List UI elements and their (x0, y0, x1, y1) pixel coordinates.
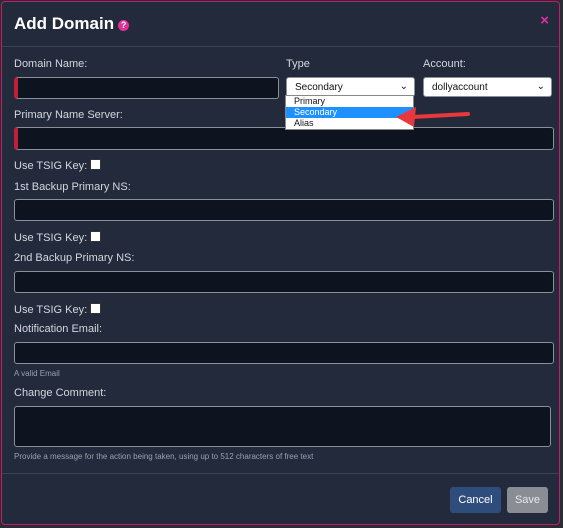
save-button[interactable]: Save (507, 487, 548, 513)
backup2-label: 2nd Backup Primary NS: (14, 252, 135, 264)
primary-ns-input[interactable] (14, 127, 554, 150)
type-label: Type (286, 58, 310, 70)
close-icon[interactable]: × (540, 12, 549, 29)
email-label: Notification Email: (14, 323, 103, 335)
type-select[interactable]: Secondary ⌄ (286, 77, 415, 97)
tsig3-label: Use TSIG Key: (14, 304, 88, 316)
backup2-input[interactable] (14, 271, 554, 293)
tsig1-checkbox[interactable] (90, 159, 102, 170)
comment-textarea[interactable] (14, 406, 551, 447)
account-label: Account: (423, 58, 466, 70)
cancel-button[interactable]: Cancel (450, 487, 501, 513)
dialog-title-text: Add Domain (14, 14, 115, 33)
backup1-label: 1st Backup Primary NS: (14, 181, 131, 193)
annotation-arrow-icon (396, 107, 470, 127)
chevron-down-icon: ⌄ (536, 81, 545, 92)
tsig3-row: Use TSIG Key: (14, 303, 102, 316)
email-hint: A valid Email (14, 369, 60, 378)
primary-ns-label: Primary Name Server: (14, 109, 123, 121)
tsig3-checkbox[interactable] (90, 303, 102, 314)
chevron-down-icon: ⌄ (399, 81, 408, 92)
account-select-value: dollyaccount (432, 82, 488, 93)
tsig2-row: Use TSIG Key: (14, 231, 102, 244)
add-domain-dialog: Add Domain? × Domain Name: Type Account:… (1, 1, 560, 525)
dialog-title: Add Domain? (14, 14, 130, 34)
backup1-input[interactable] (14, 199, 554, 221)
tsig1-row: Use TSIG Key: (14, 159, 102, 172)
account-select[interactable]: dollyaccount ⌄ (423, 77, 552, 97)
tsig2-label: Use TSIG Key: (14, 232, 88, 244)
dialog-header: Add Domain? × (2, 2, 559, 47)
help-icon[interactable]: ? (118, 20, 130, 31)
comment-label: Change Comment: (14, 387, 107, 399)
domain-name-input[interactable] (14, 77, 279, 99)
tsig2-checkbox[interactable] (90, 231, 102, 242)
type-select-value: Secondary (295, 82, 343, 93)
tsig1-label: Use TSIG Key: (14, 160, 88, 172)
email-field[interactable] (14, 342, 554, 364)
comment-hint: Provide a message for the action being t… (14, 452, 314, 461)
dialog-footer (2, 473, 559, 474)
domain-name-label: Domain Name: (14, 58, 88, 70)
